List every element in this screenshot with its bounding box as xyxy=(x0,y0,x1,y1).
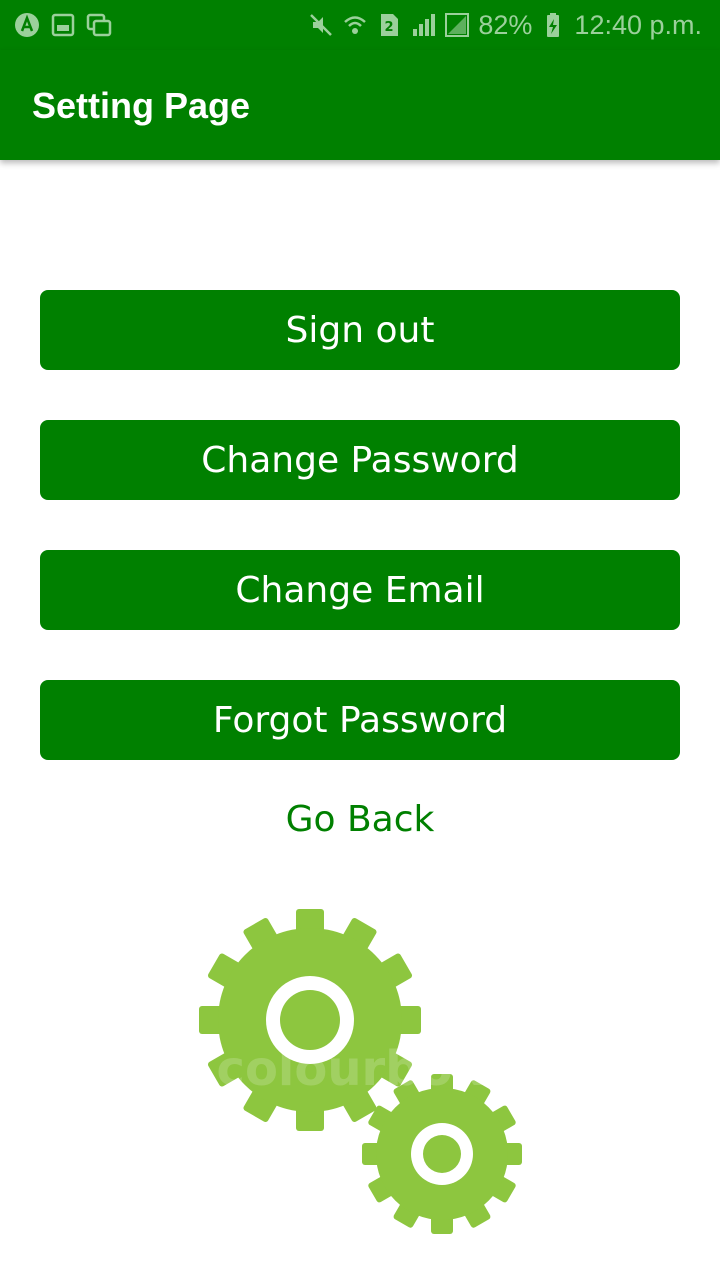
image-notification-icon xyxy=(51,13,75,37)
svg-text:2: 2 xyxy=(385,20,394,35)
watermark: colourbox xyxy=(217,1041,484,1097)
no-signal-icon xyxy=(445,13,470,37)
page-title: Setting Page xyxy=(32,85,251,126)
signal-icon xyxy=(413,14,436,36)
mute-icon xyxy=(310,14,333,36)
status-bar: 2 82% 12:40 p.m. xyxy=(0,0,720,50)
change-password-button[interactable]: Change Password xyxy=(40,420,680,500)
sim-icon: 2 xyxy=(381,14,399,36)
settings-screen: 2 82% 12:40 p.m. Setting Page Sign out C… xyxy=(0,0,720,1280)
status-bar-notifications xyxy=(14,12,112,38)
battery-percent: 82% xyxy=(478,10,533,40)
app-bar: Setting Page xyxy=(0,50,720,160)
gears-icon: colourbox xyxy=(199,909,522,1234)
go-back-link[interactable]: Go Back xyxy=(0,790,720,850)
app-notification-icon xyxy=(15,13,39,37)
wifi-icon xyxy=(344,16,367,34)
large-gear xyxy=(199,909,421,1131)
sign-out-button[interactable]: Sign out xyxy=(40,290,680,370)
clock: 12:40 p.m. xyxy=(574,10,702,40)
forgot-password-button[interactable]: Forgot Password xyxy=(40,680,680,760)
battery-charging-icon xyxy=(547,13,560,37)
gallery-notification-icon xyxy=(86,13,112,37)
change-email-button[interactable]: Change Email xyxy=(40,550,680,630)
status-bar-system: 2 82% 12:40 p.m. xyxy=(308,8,702,42)
small-gear xyxy=(362,1074,522,1234)
